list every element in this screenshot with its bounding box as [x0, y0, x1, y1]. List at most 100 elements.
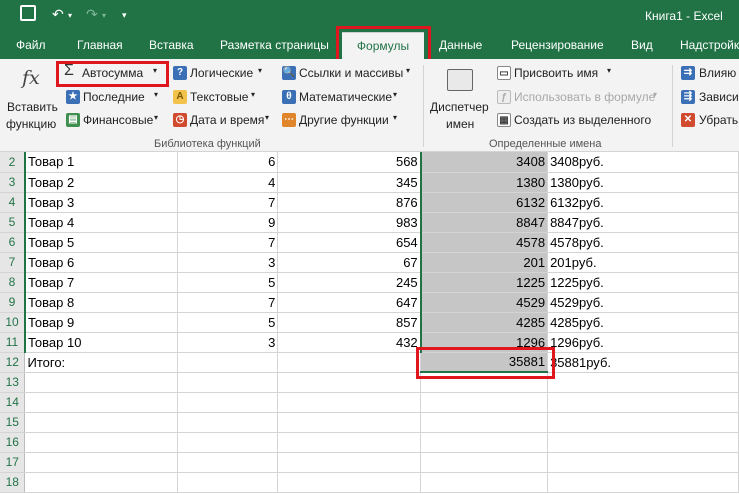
trace-precedents-button[interactable]: ⇉ Влияю [681, 64, 739, 82]
cell-quantity[interactable]: 6 [177, 152, 279, 173]
remove-arrows-button[interactable]: ✕ Убрать [681, 111, 739, 129]
cell-rub[interactable] [547, 392, 739, 413]
undo-icon[interactable]: ↶ [52, 6, 64, 23]
lookup-button[interactable]: 🔍 Ссылки и массивы ▾ [282, 64, 417, 82]
create-from-selection-button[interactable]: ▦ Создать из выделенного [497, 111, 657, 129]
tab-page-layout[interactable]: Разметка страницы [220, 32, 329, 59]
worksheet-grid[interactable]: 2 Товар 1 6 568 3408 3408руб. 3 Товар 2 4 345 1380… [0, 152, 739, 494]
cell-price[interactable] [277, 432, 422, 453]
define-name-button[interactable]: ▭ Присвоить имя ▾ [497, 64, 627, 82]
cell-price[interactable] [277, 452, 422, 473]
tab-addins[interactable]: Надстройк [680, 32, 739, 59]
datetime-button[interactable]: ◷ Дата и время ▾ [173, 111, 273, 129]
row-header[interactable]: 6 [0, 232, 26, 253]
cell-sum[interactable]: 1225 [419, 272, 549, 293]
row-header[interactable]: 17 [0, 452, 26, 473]
cell-rub[interactable]: 3408руб. [547, 152, 739, 173]
cell-name[interactable] [24, 412, 179, 433]
text-functions-button[interactable]: A Текстовые ▾ [173, 88, 273, 106]
cell-sum[interactable] [420, 392, 549, 413]
cell-rub[interactable] [547, 432, 739, 453]
cell-price[interactable]: 983 [277, 212, 422, 233]
cell-price[interactable]: 345 [277, 172, 422, 193]
cell-quantity[interactable]: 7 [177, 292, 279, 313]
tab-file[interactable]: Файл [16, 32, 46, 59]
cell-rub[interactable] [547, 372, 739, 393]
cell-rub[interactable] [547, 452, 739, 473]
cell-name[interactable]: Товар 2 [23, 172, 179, 193]
cell-quantity[interactable] [177, 372, 279, 393]
cell-name[interactable]: Товар 8 [23, 292, 179, 313]
customize-toolbar-icon[interactable]: ▾ [122, 10, 127, 21]
cell-rub[interactable]: 8847руб. [547, 212, 739, 233]
cell-sum[interactable]: 8847 [419, 212, 549, 233]
math-button[interactable]: θ Математические ▾ [282, 88, 417, 106]
insert-function-button[interactable]: fx Вставить функцию [4, 61, 60, 135]
cell-sum[interactable] [420, 412, 549, 433]
cell-name[interactable]: Товар 4 [23, 212, 179, 233]
cell-name[interactable] [24, 432, 179, 453]
cell-name[interactable]: Товар 10 [23, 332, 179, 353]
cell-sum[interactable]: 4529 [419, 292, 549, 313]
row-header[interactable]: 3 [0, 172, 26, 193]
row-header[interactable]: 4 [0, 192, 26, 213]
cell-sum[interactable]: 1380 [419, 172, 549, 193]
cell-name[interactable] [24, 452, 179, 473]
cell-sum[interactable]: 201 [419, 252, 549, 273]
cell-price[interactable] [277, 372, 422, 393]
cell-rub[interactable]: 4285руб. [547, 312, 739, 333]
cell-name[interactable]: Товар 9 [23, 312, 179, 333]
cell-quantity[interactable]: 5 [177, 272, 279, 293]
cell-quantity[interactable]: 3 [177, 252, 279, 273]
cell-quantity[interactable]: 3 [177, 332, 279, 353]
cell-name[interactable]: Товар 5 [23, 232, 179, 253]
cell-price[interactable] [277, 392, 422, 413]
row-header[interactable]: 13 [0, 372, 26, 393]
redo-icon[interactable]: ↷ [86, 6, 98, 23]
row-header[interactable]: 5 [0, 212, 26, 233]
cell-price[interactable] [277, 352, 422, 373]
row-header[interactable]: 18 [0, 472, 26, 493]
name-manager-button[interactable]: Диспетчер имен [427, 61, 493, 135]
cell-sum[interactable] [420, 432, 549, 453]
cell-price[interactable]: 245 [277, 272, 422, 293]
cell-quantity[interactable]: 9 [177, 212, 279, 233]
cell-quantity[interactable]: 4 [177, 172, 279, 193]
tab-data[interactable]: Данные [439, 32, 482, 59]
cell-sum[interactable] [420, 452, 549, 473]
use-in-formula-button[interactable]: ƒ Использовать в формуле ▾ [497, 88, 667, 106]
cell-name[interactable] [24, 392, 179, 413]
save-icon[interactable] [20, 5, 36, 21]
tab-review[interactable]: Рецензирование [511, 32, 604, 59]
row-header[interactable]: 16 [0, 432, 26, 453]
cell-name[interactable] [24, 472, 179, 493]
cell-rub[interactable] [547, 412, 739, 433]
cell-name[interactable]: Итого: [24, 352, 179, 373]
undo-dropdown-icon[interactable]: ▾ [68, 11, 72, 20]
cell-rub[interactable]: 1296руб. [547, 332, 739, 353]
cell-rub[interactable]: 1225руб. [547, 272, 739, 293]
cell-name[interactable]: Товар 7 [23, 272, 179, 293]
cell-price[interactable] [277, 412, 422, 433]
cell-name[interactable]: Товар 1 [23, 152, 179, 173]
cell-quantity[interactable] [177, 472, 279, 493]
cell-sum[interactable] [420, 472, 549, 493]
cell-rub[interactable]: 4529руб. [547, 292, 739, 313]
cell-price[interactable]: 647 [277, 292, 422, 313]
cell-rub[interactable]: 4578руб. [547, 232, 739, 253]
redo-dropdown-icon[interactable]: ▾ [102, 11, 106, 20]
cell-sum[interactable]: 4578 [419, 232, 549, 253]
logical-button[interactable]: ? Логические ▾ [173, 64, 273, 82]
cell-rub[interactable] [547, 472, 739, 493]
cell-sum[interactable]: 4285 [419, 312, 549, 333]
cell-quantity[interactable]: 7 [177, 232, 279, 253]
cell-quantity[interactable]: 5 [177, 312, 279, 333]
financial-button[interactable]: ▤ Финансовые ▾ [66, 111, 166, 129]
row-header[interactable]: 15 [0, 412, 26, 433]
row-header[interactable]: 14 [0, 392, 26, 413]
row-header[interactable]: 9 [0, 292, 26, 313]
more-functions-button[interactable]: ⋯ Другие функции ▾ [282, 111, 417, 129]
cell-quantity[interactable] [177, 412, 279, 433]
row-header[interactable]: 12 [0, 352, 26, 373]
cell-name[interactable] [24, 372, 179, 393]
